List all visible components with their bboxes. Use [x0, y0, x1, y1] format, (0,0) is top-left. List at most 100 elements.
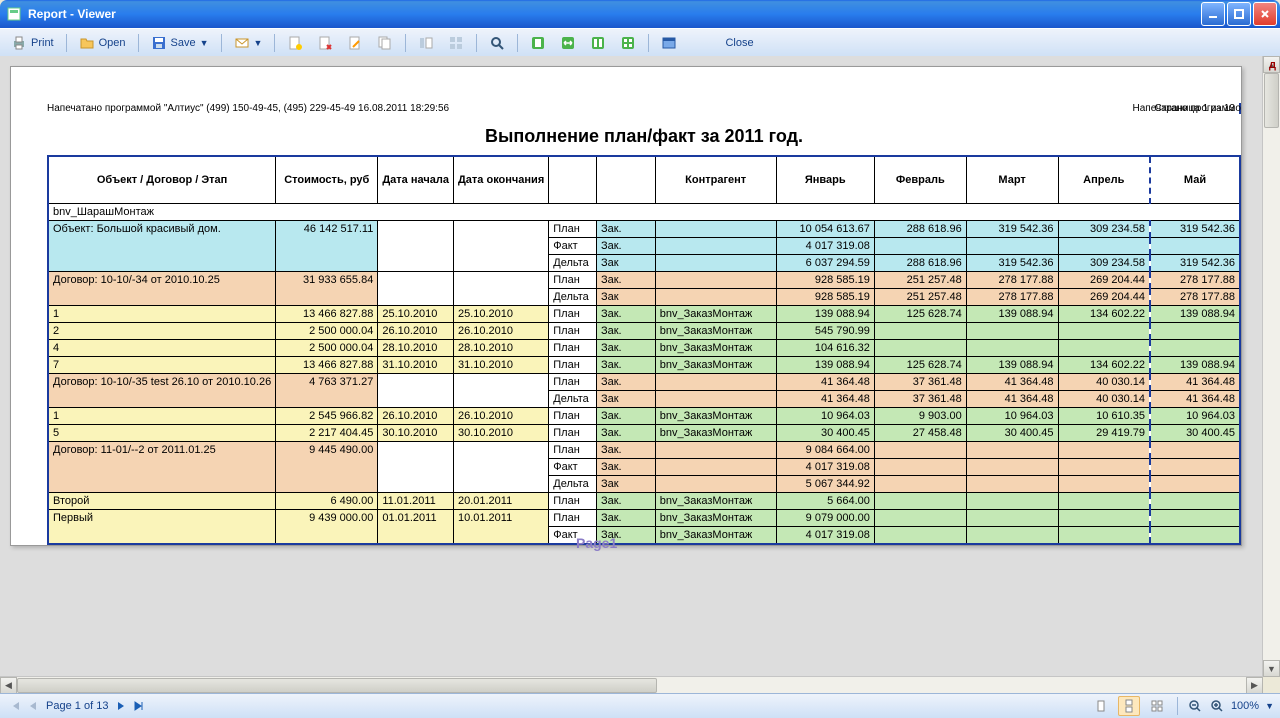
zoom-multi-icon	[620, 35, 636, 51]
col-empty1	[549, 156, 597, 204]
page-edit-icon	[347, 35, 363, 51]
table-header-row: Объект / Договор / Этап Стоимость, руб Д…	[48, 156, 1240, 204]
table-row: Договор: 10-10/-34 от 2010.10.2531 933 6…	[48, 272, 1240, 289]
page-viewport[interactable]: Напечатано программой "Алтиус" (499) 150…	[0, 56, 1263, 677]
zoom-in-button[interactable]	[1209, 698, 1225, 714]
minimize-button[interactable]	[1201, 2, 1225, 26]
page-current: 1	[75, 700, 81, 712]
col-date-start: Дата начала	[378, 156, 454, 204]
table-row: Объект: Большой красивый дом.46 142 517.…	[48, 221, 1240, 238]
find-button[interactable]	[484, 33, 510, 53]
page-new-icon	[287, 35, 303, 51]
print-icon	[11, 35, 27, 51]
last-page-button[interactable]	[130, 697, 148, 715]
outline-icon	[418, 35, 434, 51]
separator	[517, 34, 518, 52]
folder-open-icon	[79, 35, 95, 51]
separator	[66, 34, 67, 52]
view-continuous-button[interactable]	[1118, 696, 1140, 716]
fullscreen-button[interactable]	[656, 33, 682, 53]
report-table: Объект / Договор / Этап Стоимость, руб Д…	[47, 155, 1241, 545]
table-row: 52 217 404.4530.10.201030.10.2010ПланЗак…	[48, 425, 1240, 442]
table-row: Первый9 439 000.0001.01.201110.01.2011Пл…	[48, 510, 1240, 527]
scroll-left-button[interactable]: ◀	[0, 677, 17, 694]
table-row: Договор: 10-10/-35 test 26.10 от 2010.10…	[48, 374, 1240, 391]
window-titlebar: Report - Viewer	[0, 0, 1280, 28]
open-button[interactable]: Open	[74, 33, 131, 53]
save-button[interactable]: Save ▼	[146, 33, 214, 53]
thumbs-button[interactable]	[443, 33, 469, 53]
col-contractor: Контрагент	[655, 156, 776, 204]
zoom-multi-button[interactable]	[615, 33, 641, 53]
scroll-thumb-h[interactable]	[17, 678, 657, 693]
close-report-button[interactable]: Close	[720, 35, 758, 51]
zoom-2page-button[interactable]	[585, 33, 611, 53]
table-row: Второй6 490.0011.01.201120.01.2011ПланЗа…	[48, 493, 1240, 510]
open-label: Open	[99, 37, 126, 49]
table-row: 713 466 827.8831.10.201031.10.2010ПланЗа…	[48, 357, 1240, 374]
scroll-down-button[interactable]: ▼	[1263, 660, 1280, 677]
thumbnails-icon	[448, 35, 464, 51]
page-total: 13	[96, 700, 108, 712]
print-button[interactable]: Print	[6, 33, 59, 53]
report-page: Напечатано программой "Алтиус" (499) 150…	[10, 66, 1242, 546]
view-single-button[interactable]	[1090, 696, 1112, 716]
scroll-up-button[interactable]: ▲	[1263, 56, 1280, 73]
page-of: of	[84, 700, 93, 712]
report-title: Выполнение план/факт за 2011 год.	[47, 114, 1241, 155]
edit-page-button[interactable]	[342, 33, 368, 53]
first-page-button[interactable]	[6, 697, 24, 715]
separator	[138, 34, 139, 52]
close-button[interactable]	[1253, 2, 1277, 26]
zoom-whole-button[interactable]	[525, 33, 551, 53]
table-row: 113 466 827.8825.10.201025.10.2010ПланЗа…	[48, 306, 1240, 323]
delete-page-button[interactable]	[312, 33, 338, 53]
search-icon	[489, 35, 505, 51]
outline-button[interactable]	[413, 33, 439, 53]
fullscreen-icon	[661, 35, 677, 51]
next-page-button[interactable]	[112, 697, 130, 715]
separator	[476, 34, 477, 52]
scroll-right-button[interactable]: ▶	[1246, 677, 1263, 694]
table-row: 22 500 000.0426.10.201026.10.2010ПланЗак…	[48, 323, 1240, 340]
scroll-corner	[1263, 677, 1280, 694]
report-header-left: Напечатано программой "Алтиус" (499) 150…	[47, 103, 449, 114]
separator	[648, 34, 649, 52]
page-label: Page	[46, 700, 72, 712]
vertical-scrollbar[interactable]: ▲ ▼	[1262, 56, 1280, 677]
horizontal-scrollbar[interactable]: ◀ ▶	[0, 676, 1263, 694]
zoom-twopage-icon	[590, 35, 606, 51]
separator	[274, 34, 275, 52]
col-object: Объект / Договор / Этап	[48, 156, 276, 204]
prev-page-button[interactable]	[24, 697, 42, 715]
col-feb: Февраль	[874, 156, 966, 204]
chevron-down-icon[interactable]: ▼	[1265, 701, 1274, 711]
col-may: Май	[1150, 156, 1240, 204]
table-row: Договор: 11-01/--2 от 2011.01.259 445 49…	[48, 442, 1240, 459]
group-row: bnv_ШарашМонтаж	[48, 204, 1240, 221]
report-header-right: Напечатано программо	[1133, 103, 1242, 114]
col-date-end: Дата окончания	[453, 156, 548, 204]
page-delete-icon	[317, 35, 333, 51]
mail-button[interactable]: ▼	[229, 33, 268, 53]
separator	[405, 34, 406, 52]
zoom-out-button[interactable]	[1187, 698, 1203, 714]
chevron-down-icon: ▼	[200, 38, 209, 48]
col-apr: Апрель	[1058, 156, 1150, 204]
maximize-button[interactable]	[1227, 2, 1251, 26]
col-mar: Март	[966, 156, 1058, 204]
col-jan: Январь	[776, 156, 874, 204]
new-page-button[interactable]	[282, 33, 308, 53]
print-label: Print	[31, 37, 54, 49]
table-row: 12 545 966.8226.10.201026.10.2010ПланЗак…	[48, 408, 1240, 425]
mail-icon	[234, 35, 250, 51]
zoom-width-button[interactable]	[555, 33, 581, 53]
status-bar: Page 1 of 13 100% ▼	[0, 693, 1280, 718]
view-multi-button[interactable]	[1146, 696, 1168, 716]
close-label: Close	[725, 37, 753, 49]
zoom-whole-icon	[530, 35, 546, 51]
zoom-value: 100%	[1231, 700, 1259, 712]
copy-page-button[interactable]	[372, 33, 398, 53]
scroll-thumb-v[interactable]	[1264, 73, 1279, 128]
chevron-down-icon: ▼	[254, 38, 263, 48]
